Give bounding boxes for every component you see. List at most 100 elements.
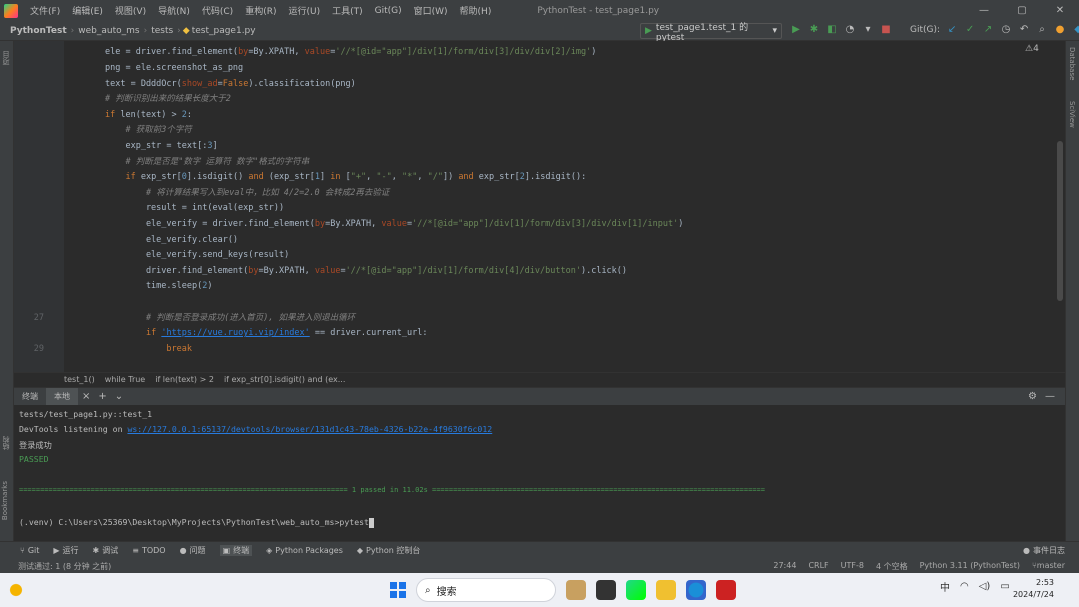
- system-clock[interactable]: 2:53 2024/7/24: [1006, 577, 1054, 601]
- chevron-down-icon[interactable]: ⌄: [111, 391, 127, 402]
- code-crumb-function[interactable]: test_1(): [64, 375, 95, 384]
- menu-file[interactable]: 文件(F): [24, 4, 66, 17]
- menu-navigate[interactable]: 导航(N): [152, 4, 196, 17]
- menu-git[interactable]: Git(G): [369, 6, 408, 16]
- git-commit-icon[interactable]: ✓: [964, 23, 976, 37]
- breadcrumb-project[interactable]: PythonTest: [8, 26, 69, 36]
- tool-problems[interactable]: ● 问题: [180, 545, 206, 556]
- bottom-tool-bar: ⑂ Git ▶ 运行 ✱ 调试 ≡ TODO ● 问题 ▣ 终端 ◈ Python Packa…: [0, 541, 1079, 559]
- taskbar-search[interactable]: ⌕ 搜索: [416, 578, 556, 602]
- editor-scrollbar[interactable]: [1057, 141, 1063, 301]
- close-button[interactable]: ✕: [1041, 5, 1079, 16]
- menu-code[interactable]: 代码(C): [196, 4, 239, 17]
- devtools-link[interactable]: ws://127.0.0.1:65137/devtools/browser/13…: [127, 424, 492, 434]
- terminal-output[interactable]: tests/test_page1.py::test_1 DevTools lis…: [14, 405, 1065, 541]
- breadcrumb-folder-web-auto[interactable]: web_auto_ms: [76, 26, 141, 36]
- menu-window[interactable]: 窗口(W): [408, 4, 454, 17]
- code-line: if len(text) > 2:: [14, 108, 1054, 124]
- edge-browser-icon[interactable]: [686, 580, 706, 600]
- devtools-prefix: DevTools listening on: [19, 424, 128, 434]
- run-icon[interactable]: ▶: [790, 23, 802, 37]
- tool-git[interactable]: ⑂ Git: [20, 546, 39, 555]
- taskview-icon[interactable]: [596, 580, 616, 600]
- tool-terminal[interactable]: ▣ 终端: [219, 545, 253, 556]
- weather-icon[interactable]: [6, 580, 26, 600]
- settings-icon[interactable]: ●: [1054, 23, 1066, 37]
- status-bar: 测试通过: 1 (8 分钟 之前) 27:44 CRLF UTF-8 4 个空格…: [0, 559, 1079, 573]
- jetbrains-icon[interactable]: ◆: [1072, 23, 1079, 37]
- menu-refactor[interactable]: 重构(R): [239, 4, 282, 17]
- tool-debug[interactable]: ✱ 调试: [93, 545, 119, 556]
- tab-local[interactable]: 本地: [46, 387, 78, 406]
- file-encoding[interactable]: UTF-8: [841, 561, 864, 572]
- breadcrumb-folder-tests[interactable]: tests: [149, 26, 175, 36]
- wifi-icon[interactable]: ◠: [960, 581, 969, 592]
- line-number: 27: [33, 312, 44, 323]
- hide-panel-icon[interactable]: —: [1045, 391, 1055, 402]
- profile-icon[interactable]: ◔: [844, 23, 856, 37]
- menu-run[interactable]: 运行(U): [282, 4, 326, 17]
- input-language[interactable]: 中: [940, 579, 950, 594]
- git-history-icon[interactable]: ◷: [1000, 23, 1012, 37]
- gear-icon[interactable]: ⚙: [1028, 391, 1037, 402]
- status-message[interactable]: 测试通过: 1 (8 分钟 之前): [18, 561, 111, 572]
- git-branch[interactable]: ⑂master: [1032, 561, 1065, 572]
- code-line: if exp_str[0].isdigit() and (exp_str[1] …: [14, 170, 1054, 186]
- coverage-icon[interactable]: ◧: [826, 23, 838, 37]
- tool-label: 运行: [62, 546, 79, 555]
- menu-view[interactable]: 视图(V): [109, 4, 152, 17]
- menu-help[interactable]: 帮助(H): [454, 4, 498, 17]
- stop-icon[interactable]: ■: [880, 23, 892, 37]
- terminal-prompt[interactable]: (.venv) C:\Users\25369\Desktop\MyProject…: [19, 517, 374, 528]
- git-push-icon[interactable]: ↗: [982, 23, 994, 37]
- caret-position[interactable]: 27:44: [773, 561, 796, 572]
- line-number: 29: [33, 343, 44, 354]
- menu-tools[interactable]: 工具(T): [326, 4, 369, 17]
- code-text: # 将计算结果写入到eval中，比如 4/2=2.0 会转成2再去验证: [145, 187, 390, 198]
- breadcrumb-file[interactable]: test_page1.py: [190, 26, 258, 36]
- search-everywhere-icon[interactable]: ⌕: [1036, 23, 1048, 37]
- more-run-icon[interactable]: ▾: [862, 23, 874, 37]
- code-line: # 判断识别出来的结果长度大于2: [14, 92, 1054, 108]
- code-line: if 'https://vue.ruoyi.vip/index' == driv…: [14, 326, 1054, 342]
- code-text: ele_verify = driver.find_element(by=By.X…: [105, 219, 684, 229]
- project-tool-tab[interactable]: 项目: [1, 51, 11, 65]
- windows-start-icon[interactable]: [390, 582, 406, 598]
- python-interpreter[interactable]: Python 3.11 (PythonTest): [920, 561, 1020, 572]
- close-tab-icon[interactable]: ×: [78, 391, 94, 402]
- bookmarks-tool-tab[interactable]: Bookmarks: [1, 481, 9, 520]
- new-tab-icon[interactable]: +: [94, 391, 110, 402]
- code-crumb-if-len[interactable]: if len(text) > 2: [155, 375, 214, 384]
- game-app-icon[interactable]: [566, 580, 586, 600]
- maximize-button[interactable]: ▢: [1003, 5, 1041, 16]
- code-crumb-while[interactable]: while True: [105, 375, 146, 384]
- tool-python-console[interactable]: ◆ Python 控制台: [357, 545, 420, 556]
- debug-icon[interactable]: ✱: [808, 23, 820, 37]
- tool-python-packages[interactable]: ◈ Python Packages: [266, 546, 343, 555]
- sciview-tool-tab[interactable]: SciView: [1068, 101, 1076, 128]
- clock-date: 2024/7/24: [1012, 590, 1054, 599]
- recorder-app-icon[interactable]: [716, 580, 736, 600]
- tool-todo[interactable]: ≡ TODO: [132, 546, 165, 555]
- code-line: # 获取前3个字符: [14, 123, 1054, 139]
- pycharm-app-icon[interactable]: [626, 580, 646, 600]
- code-crumb-if-exp[interactable]: if exp_str[0].isdigit() and (ex...: [224, 375, 345, 384]
- tool-event-log[interactable]: ● 事件日志: [1023, 545, 1079, 556]
- tool-label: TODO: [141, 546, 166, 555]
- code-text: ele_verify.send_keys(result): [105, 250, 290, 261]
- git-rollback-icon[interactable]: ↶: [1018, 23, 1030, 37]
- run-configuration-select[interactable]: ▶ test_page1.test_1 的 pytest ▾: [640, 23, 782, 43]
- database-tool-tab[interactable]: Database: [1068, 47, 1076, 80]
- tool-run[interactable]: ▶ 运行: [53, 545, 78, 556]
- line-separator[interactable]: CRLF: [808, 561, 828, 572]
- indent-setting[interactable]: 4 个空格: [876, 561, 908, 572]
- inspection-warnings[interactable]: ⚠4: [1025, 44, 1039, 54]
- menu-edit[interactable]: 编辑(E): [66, 4, 109, 17]
- minimize-button[interactable]: —: [965, 5, 1003, 16]
- volume-icon[interactable]: ◁): [979, 581, 991, 592]
- structure-tool-tab[interactable]: 结构: [1, 436, 11, 450]
- file-explorer-icon[interactable]: [656, 580, 676, 600]
- git-update-icon[interactable]: ↙: [946, 23, 958, 37]
- code-editor[interactable]: ele = driver.find_element(by=By.XPATH, v…: [14, 41, 1065, 372]
- tab-terminal[interactable]: 终端: [14, 388, 46, 406]
